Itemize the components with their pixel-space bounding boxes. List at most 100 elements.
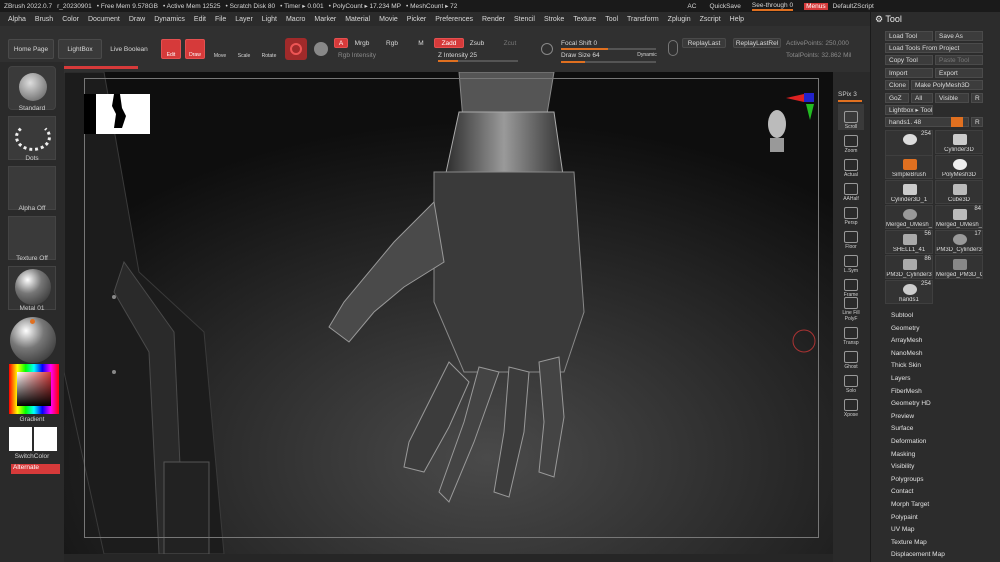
subpalette-preview[interactable]: Preview (891, 413, 914, 420)
m-toggle[interactable]: M (416, 38, 426, 48)
brush-thumbnail[interactable] (8, 66, 56, 110)
subpalette-thick-skin[interactable]: Thick Skin (891, 362, 921, 369)
subpalette-surface[interactable]: Surface (891, 425, 913, 432)
see-through-slider[interactable]: See-through 0 (751, 2, 794, 11)
focal-shift-slider[interactable]: Focal Shift 0 (561, 38, 609, 48)
navigator-thumbnail[interactable] (84, 94, 150, 134)
view-persp-button[interactable]: Persp (838, 200, 864, 226)
view-line-fill-polyf-button[interactable]: Line Fill PolyF (838, 296, 864, 322)
menu-movie[interactable]: Movie (379, 16, 398, 23)
subpalette-deformation[interactable]: Deformation (891, 438, 926, 445)
tool-item[interactable]: Cylinder3D_1 (885, 180, 933, 204)
load-tools-from-project-button[interactable]: Load Tools From Project (885, 43, 983, 53)
subpalette-geometry[interactable]: Geometry (891, 325, 920, 332)
material-thumbnail[interactable] (8, 266, 56, 310)
menu-preferences[interactable]: Preferences (435, 16, 473, 23)
copy-tool-button[interactable]: Copy Tool (885, 55, 933, 65)
subpalette-uv-map[interactable]: UV Map (891, 526, 914, 533)
menu-color[interactable]: Color (62, 16, 79, 23)
r-button-2[interactable]: R (971, 117, 983, 127)
tool-item[interactable]: PolyMesh3D (935, 155, 983, 179)
r-button[interactable]: R (971, 93, 983, 103)
spix-control[interactable]: SPix 3 (838, 91, 857, 98)
menu-draw[interactable]: Draw (129, 16, 145, 23)
tool-item[interactable]: Merged_PM3D_C (935, 255, 983, 279)
subpalette-morph-target[interactable]: Morph Target (891, 501, 929, 508)
draw-size-slider[interactable]: Draw Size 64 (561, 50, 609, 60)
subpalette-geometry-hd[interactable]: Geometry HD (891, 400, 931, 407)
lightbox-button[interactable]: LightBox (58, 39, 102, 59)
tool-item[interactable]: Cube3D (935, 180, 983, 204)
head-gizmo[interactable] (766, 104, 788, 154)
menu-transform[interactable]: Transform (627, 16, 659, 23)
make-polymesh3d-button[interactable]: Make PolyMesh3D (911, 80, 983, 90)
menu-zscript[interactable]: Zscript (700, 16, 721, 23)
zcut-toggle[interactable]: Zcut (500, 38, 520, 48)
menu-file[interactable]: File (215, 16, 226, 23)
view-zoom-button[interactable]: Zoom (838, 128, 864, 154)
draw-size-track[interactable] (561, 61, 656, 63)
mrgb-toggle[interactable]: Mrgb (351, 38, 373, 48)
menu-texture[interactable]: Texture (573, 16, 596, 23)
menu-stencil[interactable]: Stencil (514, 16, 535, 23)
color-picker[interactable] (9, 364, 59, 414)
view-ghost-button[interactable]: Ghost (838, 344, 864, 370)
a-toggle[interactable]: A (334, 38, 348, 48)
menu-render[interactable]: Render (482, 16, 505, 23)
subpalette-subtool[interactable]: Subtool (891, 312, 913, 319)
replay-last-button[interactable]: ReplayLast (682, 38, 726, 48)
view-scroll-button[interactable]: Scroll (838, 104, 864, 130)
tool-item[interactable]: hands1 254 (885, 280, 933, 304)
subpalette-fibermesh[interactable]: FiberMesh (891, 388, 922, 395)
view-aahalf-button[interactable]: AAHalf (838, 176, 864, 202)
menu-marker[interactable]: Marker (314, 16, 336, 23)
tool-item[interactable]: SimpleBrush (885, 155, 933, 179)
texture-thumbnail[interactable] (8, 216, 56, 260)
home-page-button[interactable]: Home Page (8, 39, 54, 59)
menu-picker[interactable]: Picker (407, 16, 426, 23)
material-swatch-button[interactable] (285, 38, 307, 60)
dynamic-toggle[interactable]: Dynamic (636, 50, 658, 60)
menu-macro[interactable]: Macro (286, 16, 305, 23)
replay-last-rel-button[interactable]: ReplayLastRel (733, 38, 781, 48)
visible-button[interactable]: Visible (935, 93, 969, 103)
subpalette-visibility[interactable]: Visibility (891, 463, 914, 470)
subpalette-nanomesh[interactable]: NanoMesh (891, 350, 922, 357)
axis-gizmo[interactable] (786, 92, 818, 122)
view-transp-button[interactable]: Transp (838, 320, 864, 346)
tool-item[interactable]: SHELL1_41 56 (885, 230, 933, 254)
menu-tool[interactable]: Tool (605, 16, 618, 23)
view-l-sym-button[interactable]: L.Sym (838, 248, 864, 274)
view-floor-button[interactable]: Floor (838, 224, 864, 250)
subpalette-arraymesh[interactable]: ArrayMesh (891, 337, 922, 344)
alpha-thumbnail[interactable] (8, 166, 56, 210)
subpalette-polygroups[interactable]: Polygroups (891, 476, 924, 483)
secondary-color-swatch[interactable] (34, 427, 57, 451)
draw-button[interactable]: Draw (185, 39, 205, 59)
goz-button[interactable]: GoZ (885, 93, 909, 103)
main-color-swatch[interactable] (9, 427, 32, 451)
view-xpose-button[interactable]: Xpose (838, 392, 864, 418)
subpalette-layers[interactable]: Layers (891, 375, 911, 382)
lightbox-tools-button[interactable]: Lightbox ▸ Tools (885, 105, 933, 115)
clone-button[interactable]: Clone (885, 80, 909, 90)
live-boolean-button[interactable]: Live Boolean (104, 39, 154, 59)
view-actual-button[interactable]: Actual (838, 152, 864, 178)
menu-document[interactable]: Document (88, 16, 120, 23)
tool-item[interactable]: PM3D_Cylinder3 86 (885, 255, 933, 279)
menu-edit[interactable]: Edit (194, 16, 206, 23)
switchcolor-button[interactable]: SwitchColor (0, 453, 64, 460)
subpalette-displacement-map[interactable]: Displacement Map (891, 551, 945, 558)
menu-stroke[interactable]: Stroke (544, 16, 564, 23)
subpalette-masking[interactable]: Masking (891, 451, 915, 458)
stroke-thumbnail[interactable] (8, 116, 56, 160)
z-intensity-slider[interactable]: Z Intensity 25 (438, 50, 488, 60)
default-zscript-button[interactable]: DefaultZScript (833, 3, 874, 10)
rgb-toggle[interactable]: Rgb (384, 38, 400, 48)
view-solo-button[interactable]: Solo (838, 368, 864, 394)
zadd-toggle[interactable]: Zadd (434, 38, 464, 48)
rotate-button[interactable]: Rotate (258, 39, 280, 59)
quicksave-button[interactable]: QuickSave (709, 3, 740, 10)
menu-material[interactable]: Material (345, 16, 370, 23)
subpalette-contact[interactable]: Contact (891, 488, 913, 495)
